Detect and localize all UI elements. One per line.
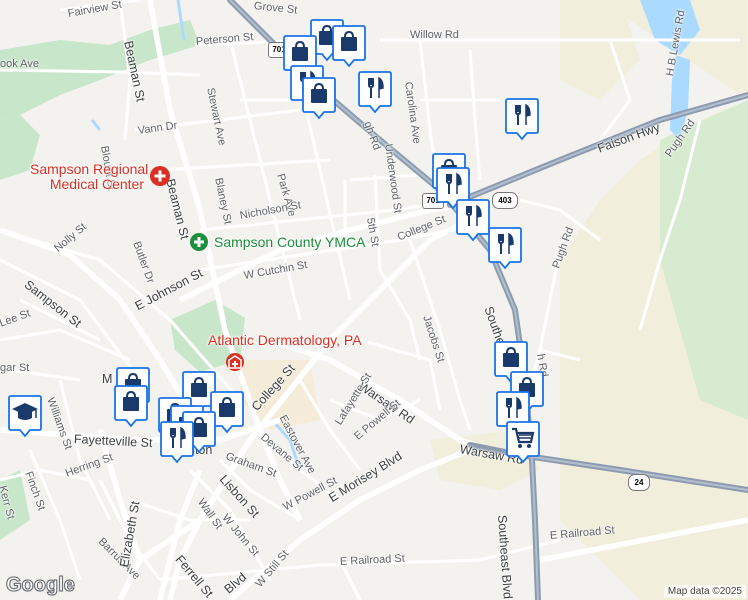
- medical-icon: [228, 355, 242, 369]
- map-canvas[interactable]: Grove St Fairview St Peterson St Willow …: [0, 0, 748, 600]
- map-pin-grocery[interactable]: [506, 420, 540, 464]
- map-pin-restaurant[interactable]: [488, 226, 522, 270]
- street-label-m-fragment: M: [102, 372, 113, 386]
- map-pin-shopping[interactable]: [114, 384, 148, 428]
- restaurant-icon: [488, 227, 522, 270]
- shopping-bag-icon: [302, 77, 336, 120]
- ymca-marker[interactable]: [190, 233, 208, 251]
- route-shield-nc-403: 403: [492, 192, 518, 209]
- restaurant-icon: [160, 421, 194, 464]
- street-label-sugar-st: gar St: [0, 362, 30, 374]
- map-pin-shopping[interactable]: [302, 76, 336, 120]
- restaurant-icon: [505, 98, 539, 141]
- google-logo: Google: [6, 574, 76, 597]
- map-data-attribution[interactable]: Map data ©2025: [663, 585, 746, 598]
- map-pin-restaurant[interactable]: [456, 198, 490, 242]
- street-label-hook-ave: ook Ave: [0, 58, 39, 70]
- route-shield-nc-24: 24: [628, 474, 650, 491]
- map-pin-school[interactable]: [8, 394, 42, 438]
- map-pin-restaurant[interactable]: [505, 97, 539, 141]
- street-label-willow-rd: Willow Rd: [410, 29, 459, 41]
- map-pin-restaurant[interactable]: [160, 420, 194, 464]
- restaurant-icon: [456, 199, 490, 242]
- route-shield-number: 403: [498, 196, 512, 205]
- dermatology-marker[interactable]: [226, 353, 244, 371]
- school-icon: [8, 395, 42, 438]
- hospital-label[interactable]: Sampson Regional Medical Center: [30, 162, 148, 192]
- dermatology-label[interactable]: Atlantic Dermatology, PA: [208, 332, 362, 348]
- route-shield-number: 24: [634, 478, 644, 487]
- map-pin-restaurant[interactable]: [358, 70, 392, 114]
- ymca-icon: [194, 237, 204, 247]
- shopping-bag-icon: [114, 385, 148, 428]
- shopping-cart-icon: [506, 421, 540, 464]
- map-pin-shopping[interactable]: [332, 24, 366, 68]
- restaurant-icon: [358, 71, 392, 114]
- ymca-label[interactable]: Sampson County YMCA: [214, 234, 365, 250]
- shopping-bag-icon: [332, 25, 366, 68]
- hospital-icon: [154, 170, 166, 182]
- hospital-marker[interactable]: [150, 166, 170, 186]
